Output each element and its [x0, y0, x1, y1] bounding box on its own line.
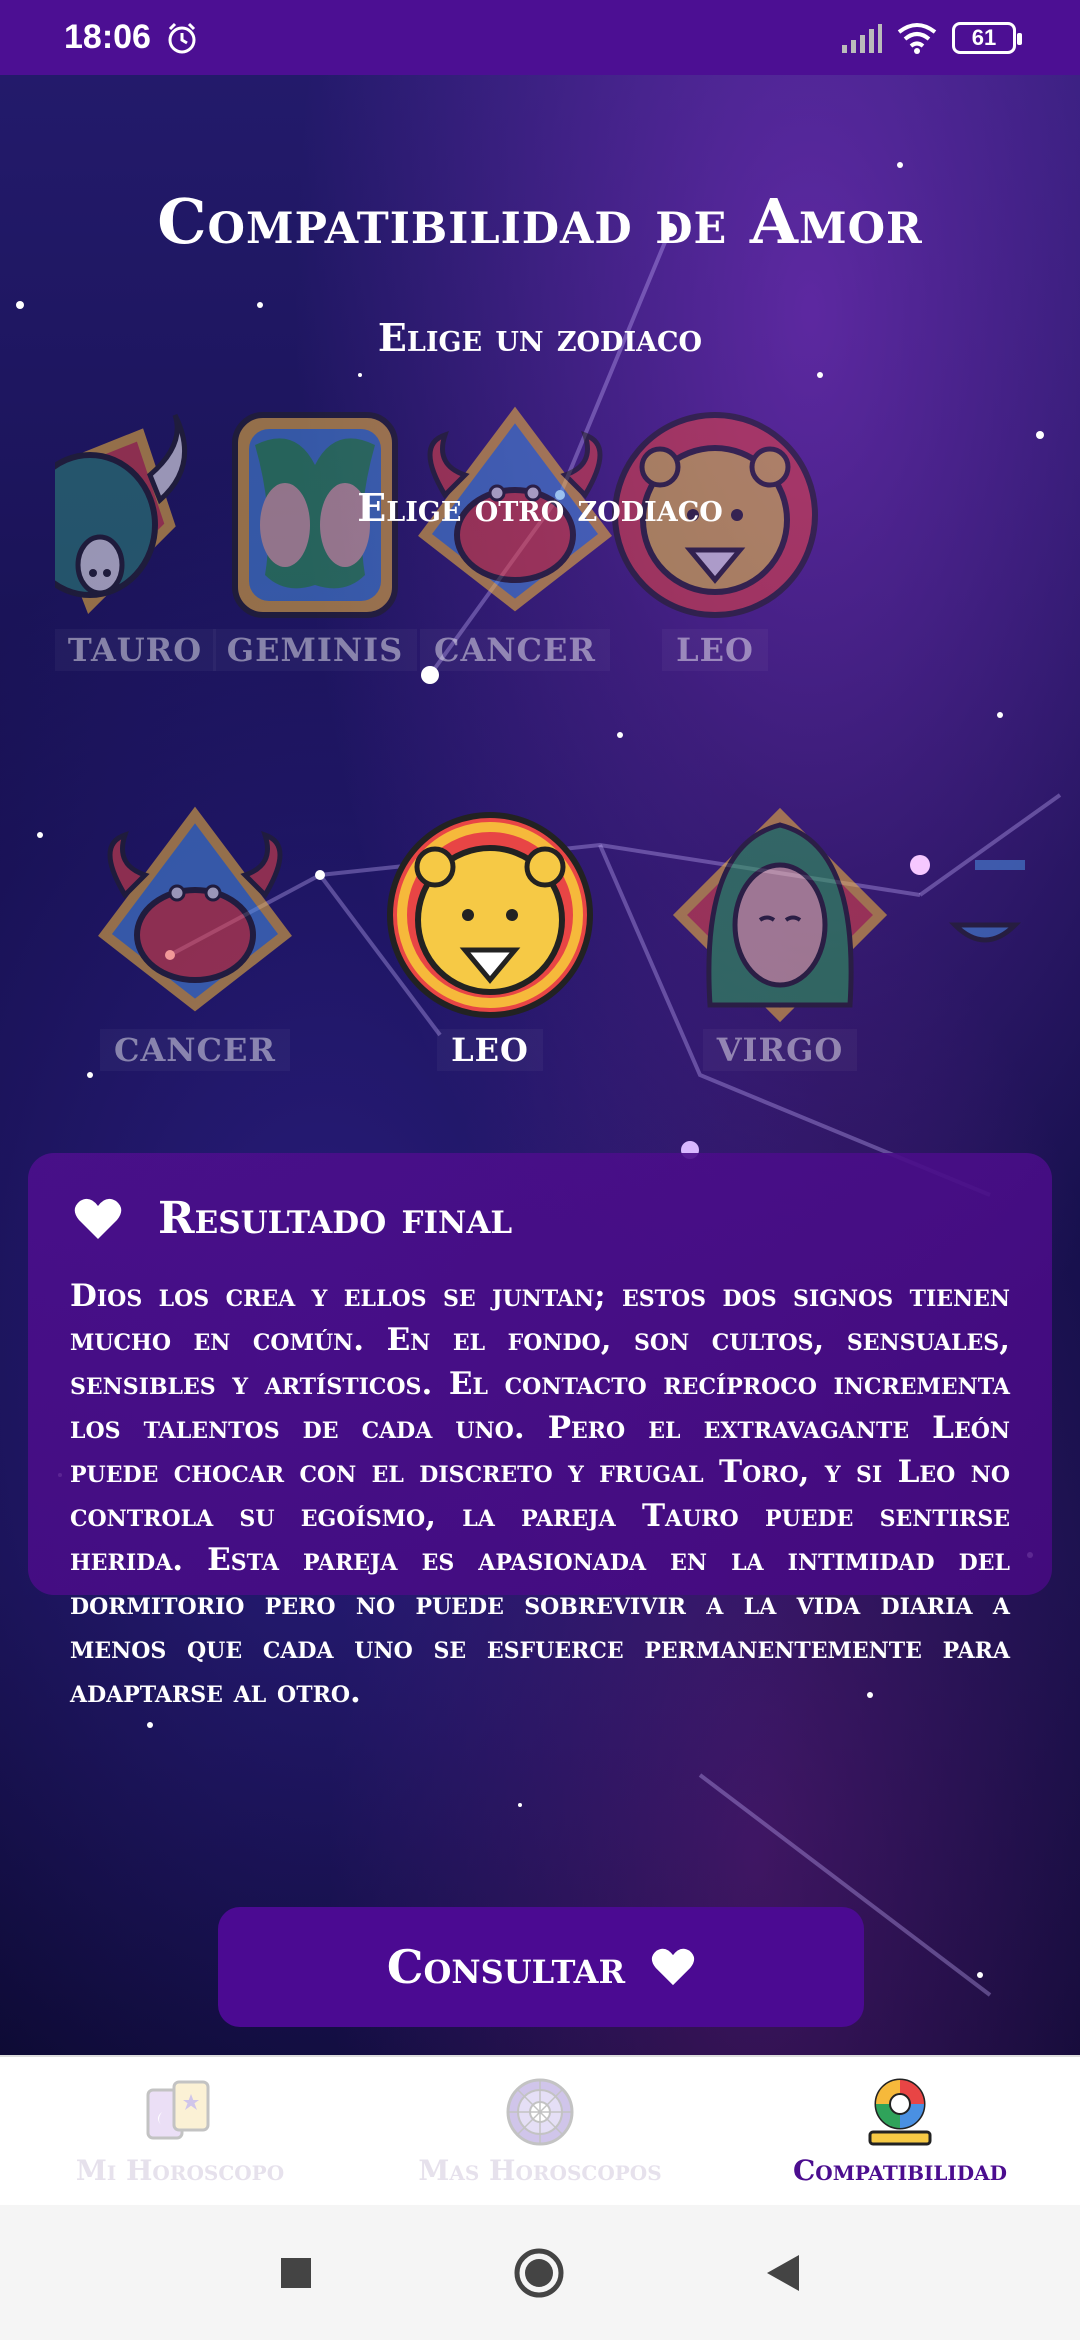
sign-item-geminis[interactable]: GEMINIS [200, 405, 430, 685]
leo-icon [387, 812, 593, 1018]
wifi-icon [897, 22, 937, 54]
system-navigation-bar [0, 2205, 1080, 2340]
second-sign-heading: Elige otro zodiaco [357, 485, 723, 530]
first-sign-carousel[interactable]: TAURO GEMINIS CANCER LEO [55, 405, 1025, 685]
nav-label: Compatibilidad [793, 2153, 1007, 2187]
sign-label: LEO [662, 629, 768, 671]
alarm-icon [168, 22, 196, 53]
sign-label: VIRGO [702, 1029, 858, 1071]
main-content: Compatibilidad de Amor Elige un zodiaco … [0, 75, 1080, 2055]
virgo-icon [672, 807, 888, 1023]
sign-item-virgo[interactable]: VIRGO [665, 805, 895, 1085]
page-title: Compatibilidad de Amor [157, 185, 923, 258]
nav-item-mas-horoscopos[interactable]: Mas Horoscopos [360, 2057, 720, 2205]
first-sign-heading: Elige un zodiaco [377, 315, 703, 360]
nav-label: Mas Horoscopos [418, 2153, 662, 2187]
battery-level: 61 [971, 24, 997, 50]
status-time: 18:06 [64, 18, 151, 56]
heart-icon [651, 1948, 695, 1986]
sign-item-tauro[interactable]: TAURO [55, 405, 217, 685]
recent-apps-button[interactable] [279, 2256, 313, 2290]
second-sign-carousel[interactable]: CANCER LEO VIRGO [70, 805, 1025, 1085]
sign-item-cancer[interactable]: CANCER [80, 805, 310, 1085]
libra-icon [948, 860, 1025, 943]
cancer-icon [98, 806, 292, 1012]
back-button[interactable] [765, 2253, 801, 2293]
result-card: Resultado final Dios los crea y ellos se… [28, 1153, 1052, 1710]
nav-item-compatibilidad[interactable]: Compatibilidad [720, 2057, 1080, 2205]
result-title: Resultado final [158, 1193, 513, 1244]
sign-label: LEO [437, 1029, 543, 1071]
compatibility-icon [868, 2078, 932, 2145]
battery-indicator: 61 [952, 21, 1022, 54]
zodiac-wheel-icon [506, 2078, 574, 2145]
sign-item-leo[interactable]: LEO [600, 405, 830, 685]
signal-icon [842, 23, 882, 53]
sign-item-cancer[interactable]: CANCER [400, 405, 630, 685]
tarot-cards-icon [146, 2080, 210, 2139]
sign-label: TAURO [55, 629, 217, 671]
nav-label: Mi Horoscopo [75, 2153, 285, 2187]
status-bar: 18:06 61 [0, 0, 1080, 75]
home-button[interactable] [513, 2247, 565, 2299]
sign-item-libra[interactable] [940, 805, 1025, 1085]
bottom-navigation: Mi Horoscopo Mas Horoscopos Compatibilid… [0, 2055, 1080, 2205]
nav-item-mi-horoscopo[interactable]: Mi Horoscopo [0, 2057, 360, 2205]
sign-label: CANCER [100, 1029, 290, 1071]
sign-label: CANCER [420, 629, 610, 671]
result-header: Resultado final [74, 1193, 1010, 1244]
result-description: Dios los crea y ellos se juntan; estos d… [70, 1278, 1010, 1710]
sign-label: GEMINIS [212, 629, 418, 671]
heart-icon [74, 1198, 122, 1239]
consult-button[interactable]: Consultar [218, 1907, 864, 2027]
sign-item-leo-selected[interactable]: LEO [375, 805, 605, 1085]
consult-button-label: Consultar [386, 1940, 626, 1994]
